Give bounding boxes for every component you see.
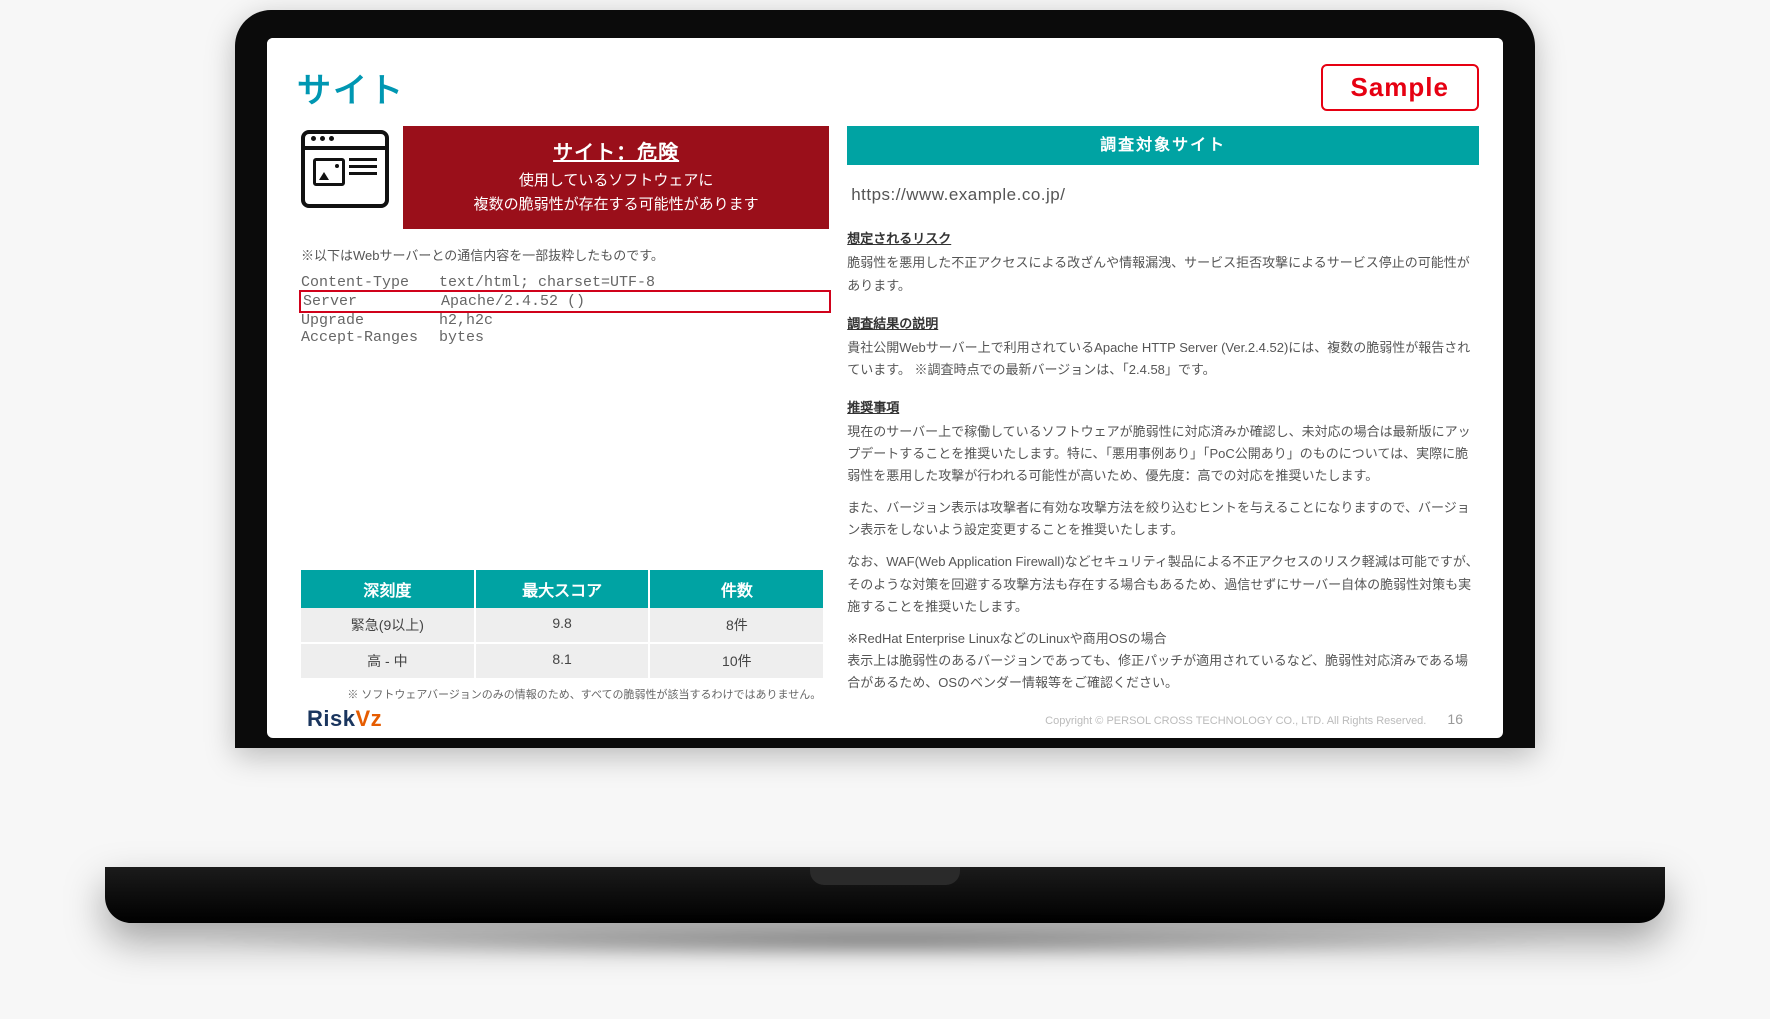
severity-row: 高 - 中 8.1 10件 bbox=[301, 644, 823, 680]
reco-body-2: また、バージョン表示は攻撃者に有効な攻撃方法を絞り込むヒントを与えることになりま… bbox=[847, 497, 1479, 541]
severity-row: 緊急(9以上) 9.8 8件 bbox=[301, 608, 823, 644]
copyright-text: Copyright © PERSOL CROSS TECHNOLOGY CO.,… bbox=[1045, 715, 1426, 727]
sample-badge: Sample bbox=[1321, 64, 1480, 111]
laptop-shadow bbox=[185, 923, 1585, 959]
window-titlebar bbox=[267, 38, 1503, 47]
col-severity: 深刻度 bbox=[301, 570, 476, 608]
content-columns: サイト：危険 使用しているソフトウェアに 複数の脆弱性が存在する可能性があります… bbox=[291, 126, 1479, 702]
laptop-base bbox=[105, 867, 1665, 923]
reco-body-3: なお、WAF(Web Application Firewall)などセキュリティ… bbox=[847, 551, 1479, 617]
http-header-row-highlighted: Server Apache/2.4.52 () bbox=[299, 290, 831, 313]
communication-note: ※以下はWebサーバーとの通信内容を一部抜粋したものです。 bbox=[301, 245, 829, 264]
laptop-bezel: サイト Sample bbox=[235, 10, 1535, 748]
risk-title: 想定されるリスク bbox=[847, 228, 1479, 250]
severity-footnote: ※ ソフトウェアバージョンのみの情報のため、すべての脆弱性が該当するわけではあり… bbox=[291, 686, 821, 702]
target-header: 調査対象サイト bbox=[847, 126, 1479, 165]
target-url: https://www.example.co.jp/ bbox=[847, 165, 1479, 220]
risk-body: 脆弱性を悪用した不正アクセスによる改ざんや情報漏洩、サービス拒否攻撃によるサービ… bbox=[847, 252, 1479, 296]
reco-title: 推奨事項 bbox=[847, 397, 1479, 419]
left-column: サイト：危険 使用しているソフトウェアに 複数の脆弱性が存在する可能性があります… bbox=[291, 126, 829, 702]
laptop-frame: サイト Sample bbox=[235, 10, 1535, 748]
slide-header: サイト Sample bbox=[297, 63, 1479, 112]
report-slide: サイト Sample bbox=[267, 47, 1503, 738]
laptop-notch bbox=[810, 867, 960, 885]
slide-footer: RiskVz Copyright © PERSOL CROSS TECHNOLO… bbox=[291, 702, 1479, 738]
danger-desc: 使用しているソフトウェアに 複数の脆弱性が存在する可能性があります bbox=[419, 169, 813, 217]
http-header-row: Content-Type text/html; charset=UTF-8 bbox=[301, 274, 829, 291]
laptop-screen: サイト Sample bbox=[267, 38, 1503, 738]
col-max-score: 最大スコア bbox=[476, 570, 651, 608]
severity-table-head: 深刻度 最大スコア 件数 bbox=[301, 570, 823, 608]
page-title: サイト bbox=[297, 63, 405, 112]
result-body: 貴社公開Webサーバー上で利用されているApache HTTP Server (… bbox=[847, 337, 1479, 381]
page-number: 16 bbox=[1447, 711, 1463, 727]
http-header-row: Accept-Ranges bytes bbox=[301, 329, 829, 346]
http-headers: Content-Type text/html; charset=UTF-8 Se… bbox=[301, 274, 829, 346]
brand-logo: RiskVz bbox=[307, 706, 382, 732]
http-header-row: Upgrade h2,h2c bbox=[301, 312, 829, 329]
result-title: 調査結果の説明 bbox=[847, 313, 1479, 335]
reco-body-4: ※RedHat Enterprise LinuxなどのLinuxや商用OSの場合… bbox=[847, 628, 1479, 694]
browser-window-icon bbox=[301, 130, 389, 208]
danger-title: サイト：危険 bbox=[419, 136, 813, 165]
col-count: 件数 bbox=[650, 570, 823, 608]
danger-banner: サイト：危険 使用しているソフトウェアに 複数の脆弱性が存在する可能性があります bbox=[403, 126, 829, 229]
danger-row: サイト：危険 使用しているソフトウェアに 複数の脆弱性が存在する可能性があります bbox=[291, 126, 829, 229]
right-column: 調査対象サイト https://www.example.co.jp/ 想定される… bbox=[847, 126, 1479, 702]
severity-table: 深刻度 最大スコア 件数 緊急(9以上) 9.8 8件 bbox=[301, 570, 823, 680]
reco-body-1: 現在のサーバー上で稼働しているソフトウェアが脆弱性に対応済みか確認し、未対応の場… bbox=[847, 421, 1479, 487]
